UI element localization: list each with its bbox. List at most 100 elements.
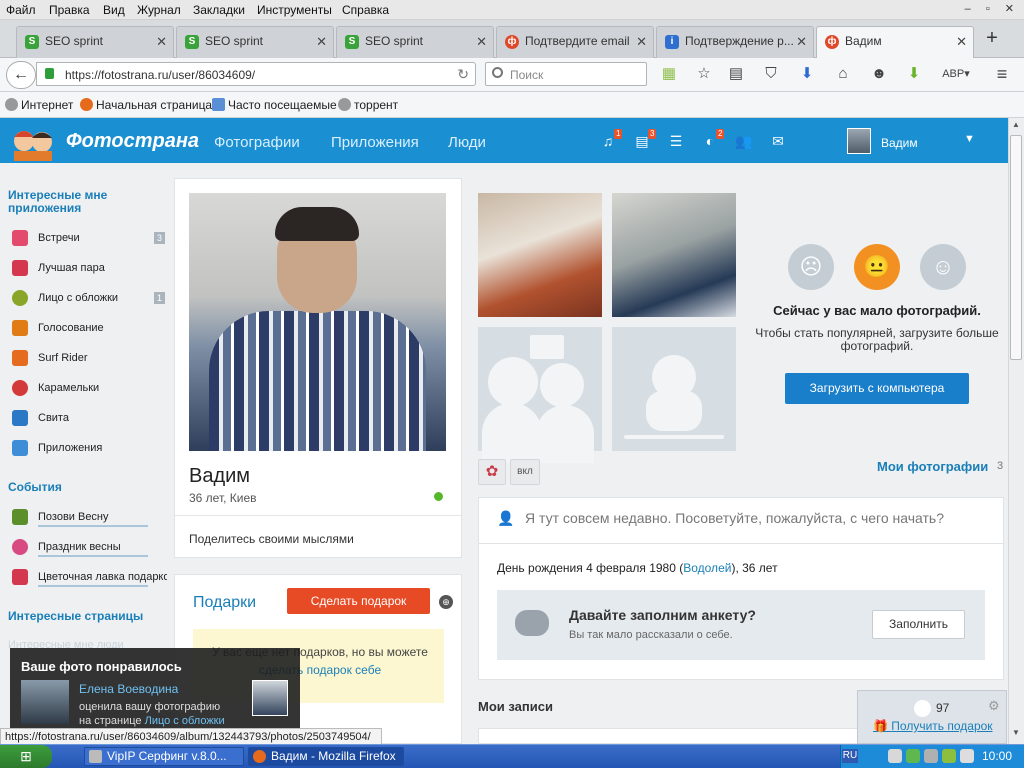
clock[interactable]: 10:00 bbox=[982, 749, 1012, 763]
tray-icon-4[interactable] bbox=[942, 749, 956, 763]
download-icon[interactable]: ⬇ bbox=[797, 64, 817, 84]
profile-photo[interactable] bbox=[189, 193, 446, 451]
menu-edit[interactable]: Правка bbox=[49, 3, 90, 17]
notification-user-link[interactable]: Елена Воеводина bbox=[79, 682, 178, 696]
list-icon[interactable]: ☰ bbox=[667, 133, 685, 149]
close-icon[interactable]: ✕ bbox=[156, 34, 167, 50]
tab-seo-sprint-3[interactable]: S SEO sprint ✕ bbox=[336, 26, 494, 58]
menu-file[interactable]: Файл bbox=[6, 3, 36, 17]
reload-icon[interactable]: ↻ bbox=[457, 66, 469, 83]
share-thoughts-link[interactable]: Поделитесь своими мыслями bbox=[189, 532, 354, 546]
scroll-down-icon[interactable]: ▼ bbox=[1010, 728, 1022, 742]
make-gift-button[interactable]: Сделать подарок bbox=[287, 588, 430, 614]
language-indicator[interactable]: RU bbox=[842, 749, 858, 763]
status-text[interactable]: Я тут совсем недавно. Посоветуйте, пожал… bbox=[525, 510, 944, 526]
volume-icon[interactable] bbox=[960, 749, 974, 763]
smiley-icon[interactable]: ☻ bbox=[869, 64, 889, 84]
gear-icon[interactable]: ⚙ bbox=[988, 698, 1000, 714]
fill-profile-button[interactable]: Заполнить bbox=[872, 610, 965, 639]
search-input[interactable]: Поиск bbox=[485, 62, 647, 86]
addon-icon[interactable]: ▦ bbox=[659, 64, 679, 84]
tab-vadim[interactable]: ф Вадим ✕ bbox=[816, 26, 974, 59]
close-icon[interactable]: ✕ bbox=[956, 34, 967, 50]
messages-icon[interactable]: ✉ bbox=[769, 133, 787, 149]
home-icon[interactable]: ⌂ bbox=[833, 64, 853, 84]
url-text[interactable]: https://fotostrana.ru/user/86034609/ bbox=[65, 68, 255, 82]
gifts-title[interactable]: Подарки bbox=[193, 594, 256, 612]
notification-page-link[interactable]: Лицо с обложки bbox=[145, 715, 225, 727]
tab-seo-sprint-1[interactable]: S SEO sprint ✕ bbox=[16, 26, 174, 58]
menu-help[interactable]: Справка bbox=[342, 3, 389, 17]
my-photos-link[interactable]: Мои фотографии bbox=[877, 459, 988, 474]
taskbar-item-vipip[interactable]: VipIP Серфинг v.8.0... bbox=[84, 747, 244, 766]
sidebar-item-meetings[interactable]: Встречи 3 bbox=[12, 230, 167, 246]
scrollbar-thumb[interactable] bbox=[1010, 135, 1022, 360]
sidebar-item-candies[interactable]: Карамельки bbox=[12, 380, 167, 396]
photo-placeholder-kids[interactable] bbox=[478, 327, 602, 463]
nav-apps[interactable]: Приложения bbox=[331, 134, 419, 151]
back-button[interactable]: ← bbox=[6, 61, 36, 89]
scroll-up-icon[interactable]: ▲ bbox=[1010, 120, 1022, 134]
user-avatar[interactable] bbox=[847, 128, 871, 154]
new-tab-button[interactable]: + bbox=[980, 24, 1004, 52]
sidebar-item-voting[interactable]: Голосование bbox=[12, 320, 167, 336]
tray-icon-1[interactable] bbox=[888, 749, 902, 763]
tray-icon-2[interactable] bbox=[906, 749, 920, 763]
friends-icon[interactable]: 👥 bbox=[735, 133, 753, 149]
menu-view[interactable]: Вид bbox=[103, 3, 125, 17]
sidebar-item-surf-rider[interactable]: Surf Rider bbox=[12, 350, 167, 366]
sidebar-item-call-spring[interactable]: Позови Весну bbox=[12, 509, 167, 525]
bookmark-most-visited[interactable]: Часто посещаемые bbox=[212, 98, 337, 112]
globe-icon[interactable]: ⊕ bbox=[439, 595, 453, 609]
menu-history[interactable]: Журнал bbox=[137, 3, 181, 17]
adblock-icon[interactable]: ABP▾ bbox=[942, 64, 970, 84]
tab-confirm-email[interactable]: ф Подтвердите email ✕ bbox=[496, 26, 654, 58]
nav-people[interactable]: Люди bbox=[448, 134, 486, 151]
bookmark-start-page[interactable]: Начальная страница bbox=[80, 98, 212, 112]
tray-icon-3[interactable] bbox=[924, 749, 938, 763]
get-gift-link[interactable]: 🎁 Получить подарок bbox=[873, 719, 993, 733]
flower-icon[interactable]: ✿ bbox=[478, 459, 506, 485]
url-bar[interactable]: https://fotostrana.ru/user/86034609/ ↻ bbox=[36, 62, 476, 86]
toggle-on-button[interactable]: вкл bbox=[510, 459, 540, 485]
menu-bookmarks[interactable]: Закладки bbox=[193, 3, 245, 17]
close-icon[interactable]: ✕ bbox=[636, 34, 647, 50]
upload-from-computer-button[interactable]: Загрузить с компьютера bbox=[785, 373, 969, 404]
bookmark-internet[interactable]: Интернет bbox=[5, 98, 73, 112]
photo-thumb-2[interactable] bbox=[612, 193, 736, 317]
sidebar-item-spring-holiday[interactable]: Праздник весны bbox=[12, 539, 167, 555]
tab-seo-sprint-2[interactable]: S SEO sprint ✕ bbox=[176, 26, 334, 58]
zodiac-link[interactable]: Водолей bbox=[683, 561, 731, 575]
bookmark-star-icon[interactable]: ☆ bbox=[694, 64, 714, 84]
window-controls[interactable]: – ▫ ✕ bbox=[965, 2, 1020, 15]
photo-placeholder-skier[interactable] bbox=[612, 327, 736, 451]
menu-tools[interactable]: Инструменты bbox=[257, 3, 332, 17]
site-logo-text[interactable]: Фотострана bbox=[66, 130, 199, 153]
header-user-name[interactable]: Вадим bbox=[881, 136, 918, 150]
photo-thumb-1[interactable] bbox=[478, 193, 602, 317]
sidebar-apps-title[interactable]: Интересные мне приложения bbox=[8, 189, 148, 215]
fotostrana-logo-icon[interactable] bbox=[8, 121, 58, 161]
pocket-icon[interactable]: ⛉ bbox=[761, 64, 781, 84]
sidebar-pages-title[interactable]: Интересные страницы bbox=[8, 610, 143, 623]
tab-confirmation[interactable]: i Подтверждение р... ✕ bbox=[656, 26, 814, 58]
sidebar-item-cover-face[interactable]: Лицо с обложки 1 bbox=[12, 290, 167, 306]
bookmark-torrent[interactable]: торрент bbox=[338, 98, 398, 112]
nav-photos[interactable]: Фотографии bbox=[214, 134, 300, 151]
sidebar-item-best-pair[interactable]: Лучшая пара bbox=[12, 260, 167, 276]
chevron-down-icon[interactable]: ▼ bbox=[964, 133, 975, 145]
sidebar-item-flower-shop[interactable]: Цветочная лавка подарков bbox=[12, 569, 167, 585]
close-icon[interactable]: ✕ bbox=[476, 34, 487, 50]
sidebar-events-title[interactable]: События bbox=[8, 481, 62, 494]
hamburger-menu-icon[interactable]: ≡ bbox=[992, 64, 1012, 84]
taskbar-item-firefox[interactable]: Вадим - Mozilla Firefox bbox=[248, 747, 404, 766]
green-download-icon[interactable]: ⬇ bbox=[904, 64, 924, 84]
close-icon[interactable]: ✕ bbox=[796, 34, 807, 50]
sidebar-item-retinue[interactable]: Свита bbox=[12, 410, 167, 426]
notification-avatar[interactable] bbox=[21, 680, 69, 724]
close-icon[interactable]: ✕ bbox=[316, 34, 327, 50]
start-button[interactable]: ⊞ bbox=[0, 745, 52, 768]
notification-photo-thumb[interactable] bbox=[252, 680, 288, 716]
sidebar-item-apps[interactable]: Приложения bbox=[12, 440, 167, 456]
bookmarks-list-icon[interactable]: ▤ bbox=[726, 64, 746, 84]
